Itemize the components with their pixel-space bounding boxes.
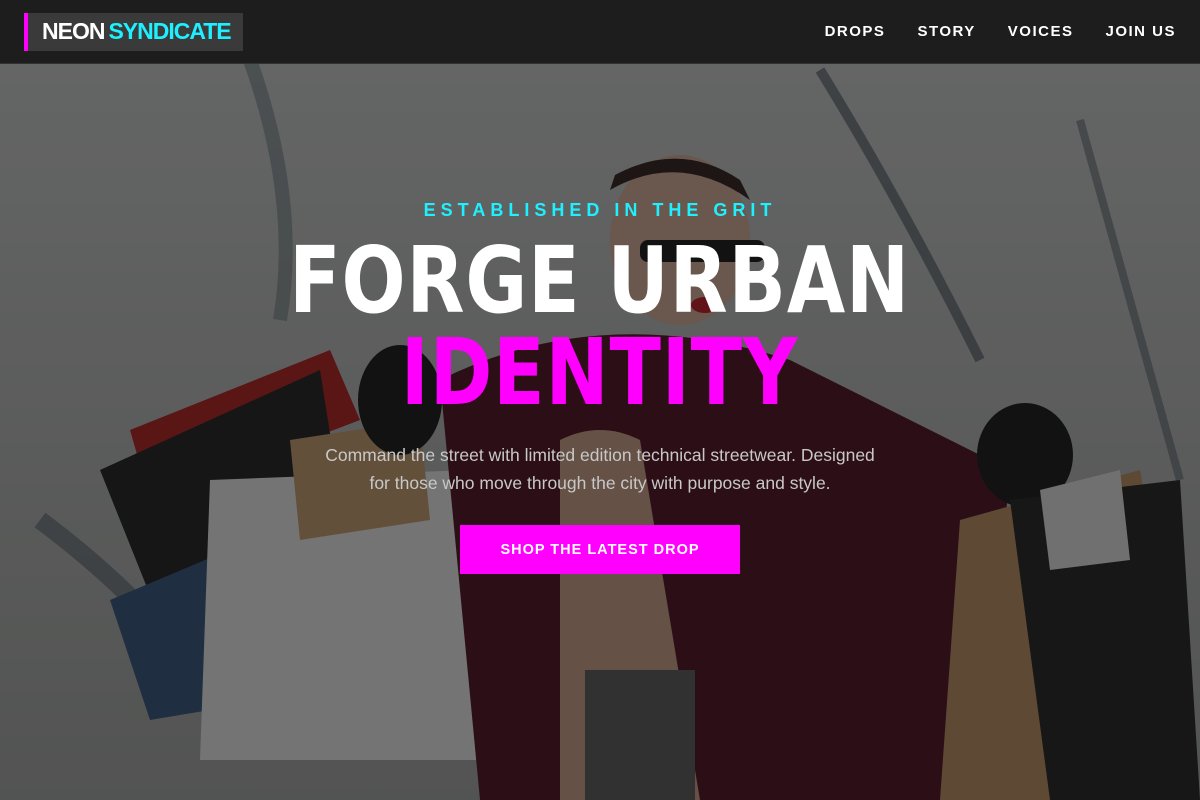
brand-word-neon: NEON [42, 18, 105, 44]
main-menu: DROPS STORY VOICES JOIN US [825, 23, 1176, 40]
hero-subtext: Command the street with limited edition … [325, 445, 875, 493]
nav-link-voices[interactable]: VOICES [1008, 23, 1074, 40]
hero-headline: FORGE URBAN IDENTITY [221, 235, 978, 419]
nav-link-drops[interactable]: DROPS [825, 23, 886, 40]
brand-logo[interactable]: NEON SYNDICATE [24, 12, 243, 51]
hero-kicker: ESTABLISHED IN THE GRIT [423, 200, 777, 220]
nav-link-story[interactable]: STORY [917, 23, 975, 40]
brand-word-syndicate: SYNDICATE [108, 18, 231, 44]
top-navigation: NEON SYNDICATE DROPS STORY VOICES JOIN U… [0, 0, 1200, 64]
shop-latest-drop-button[interactable]: SHOP THE LATEST DROP [460, 525, 740, 574]
nav-link-join-us[interactable]: JOIN US [1105, 23, 1176, 40]
headline-line-1: FORGE URBAN [289, 227, 911, 334]
hero-content: ESTABLISHED IN THE GRIT FORGE URBAN IDEN… [0, 64, 1200, 800]
headline-line-2: IDENTITY [401, 319, 799, 426]
